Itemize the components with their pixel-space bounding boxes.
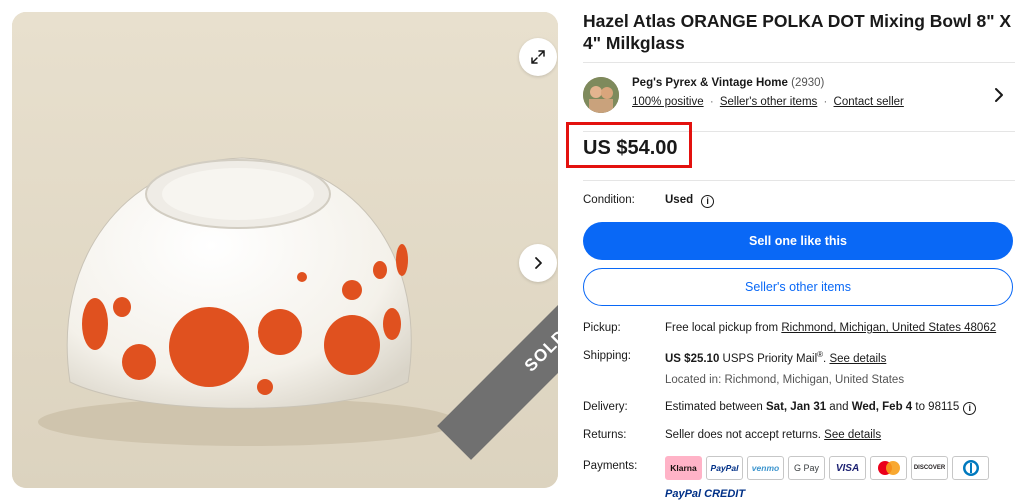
seller-name[interactable]: Peg's Pyrex & Vintage Home: [632, 77, 788, 89]
seller-feedback-count: (2930): [791, 77, 825, 89]
listing-info-panel: Hazel Atlas ORANGE POLKA DOT Mixing Bowl…: [566, 10, 1015, 500]
pickup-text: Free local pickup from: [665, 322, 782, 334]
delivery-date-end: Wed, Feb 4: [851, 401, 913, 413]
seller-links: 100% positive · Seller's other items · C…: [632, 96, 904, 108]
listing-title: Hazel Atlas ORANGE POLKA DOT Mixing Bowl…: [583, 11, 1012, 53]
sell-one-like-this-button[interactable]: Sell one like this: [583, 222, 1013, 260]
item-location: Located in: Richmond, Michigan, United S…: [665, 374, 905, 386]
condition-label: Condition:: [583, 194, 635, 206]
visa-icon: VISA: [829, 456, 866, 480]
payment-methods: Klarna PayPal venmo G Pay VISA DISCOVER: [665, 456, 989, 480]
divider: [583, 180, 1015, 181]
google-pay-icon: G Pay: [788, 456, 825, 480]
expand-arrows-icon: [531, 50, 545, 64]
returns-text: Seller does not accept returns.: [665, 429, 825, 441]
condition-text: Used: [665, 194, 694, 206]
expand-image-button[interactable]: [519, 38, 557, 76]
shipping-cost: US $25.10: [665, 352, 720, 365]
item-price: US $54.00: [583, 137, 678, 159]
avatar-photo: [583, 77, 619, 113]
diners-club-icon: [952, 456, 989, 480]
mastercard-circles-icon: [877, 461, 900, 475]
pickup-value: Free local pickup from Richmond, Michiga…: [665, 322, 996, 334]
returns-label: Returns:: [583, 429, 627, 441]
positive-feedback-link[interactable]: 100% positive: [632, 96, 704, 108]
seller-other-items-button[interactable]: Seller's other items: [583, 268, 1013, 306]
delivery-value: Estimated between Sat, Jan 31 and Wed, F…: [665, 401, 977, 415]
seller-avatar[interactable]: [583, 77, 619, 113]
delivery-text: and: [826, 401, 852, 413]
paypal-icon: PayPal: [706, 456, 743, 480]
venmo-icon: venmo: [747, 456, 784, 480]
info-icon[interactable]: i: [963, 402, 977, 415]
pickup-label: Pickup:: [583, 322, 621, 334]
pickup-location-link[interactable]: Richmond, Michigan, United States 48062: [781, 322, 996, 334]
shipping-details-link[interactable]: See details: [829, 353, 886, 365]
shipping-service: USPS Priority Mail: [719, 352, 818, 365]
delivery-date-start: Sat, Jan 31: [766, 401, 827, 413]
chevron-right-icon[interactable]: [989, 85, 1009, 105]
separator-dot: ·: [709, 96, 714, 108]
separator-dot: ·: [823, 96, 828, 108]
seller-name-line[interactable]: Peg's Pyrex & Vintage Home (2930): [632, 77, 824, 89]
diners-club-logo-icon: [962, 460, 979, 476]
delivery-text: Estimated between: [665, 401, 767, 413]
contact-seller-link[interactable]: Contact seller: [834, 96, 904, 108]
delivery-label: Delivery:: [583, 401, 628, 413]
klarna-icon: Klarna: [665, 456, 702, 480]
condition-value: Used i: [665, 194, 715, 208]
chevron-right-icon: [535, 257, 542, 269]
mastercard-icon: [870, 456, 907, 480]
image-gallery: SOLD: [12, 12, 558, 488]
seller-other-items-link[interactable]: Seller's other items: [720, 96, 817, 108]
shipping-label: Shipping:: [583, 350, 631, 362]
shipping-value: US $25.10 USPS Priority Mail®. See detai…: [665, 350, 886, 365]
payments-label: Payments:: [583, 460, 638, 472]
discover-icon: DISCOVER: [911, 456, 948, 480]
next-image-button[interactable]: [519, 244, 557, 282]
paypal-credit-icon: PayPal CREDIT: [665, 488, 746, 500]
returns-details-link[interactable]: See details: [824, 429, 881, 441]
returns-value: Seller does not accept returns. See deta…: [665, 429, 881, 441]
info-icon[interactable]: i: [701, 195, 715, 208]
delivery-text: to 98115: [912, 401, 960, 413]
